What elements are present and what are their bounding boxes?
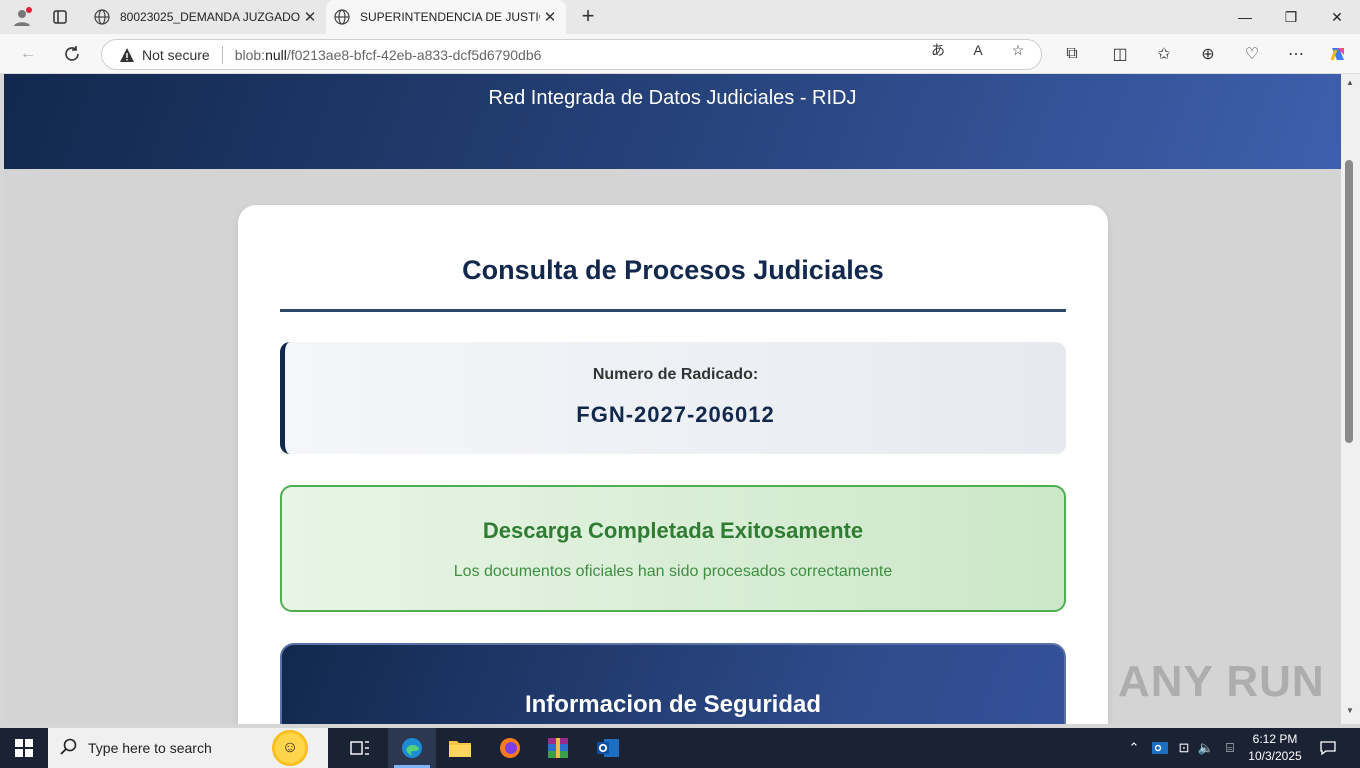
tab-title: 80023025_DEMANDA JUZGADO C: [120, 10, 300, 24]
url-text: blob:null/f0213ae8-bfcf-42eb-a833-dcf5d6…: [234, 46, 542, 63]
start-button[interactable]: [0, 728, 48, 768]
translate-icon[interactable]: あ: [928, 40, 948, 60]
network-icon[interactable]: ⌸: [1220, 728, 1240, 768]
profile-icon[interactable]: [11, 6, 33, 28]
more-menu-icon[interactable]: ⋯: [1284, 42, 1308, 66]
minimize-button[interactable]: —: [1222, 0, 1268, 34]
site-header: Red Integrada de Datos Judiciales - RIDJ: [4, 74, 1341, 169]
scroll-down-arrow[interactable]: ▼: [1345, 706, 1355, 716]
warning-icon[interactable]: [118, 46, 136, 64]
divider: [221, 45, 223, 64]
security-info-box: Informacion de Seguridad: [280, 643, 1066, 724]
clock-time: 6:12 PM: [1252, 732, 1298, 746]
winrar-icon[interactable]: [534, 728, 582, 768]
outlook-tray-icon[interactable]: [1150, 728, 1170, 768]
site-title: Red Integrada de Datos Judiciales - RIDJ: [488, 87, 857, 109]
show-hidden-icons-icon[interactable]: ⌃: [1126, 728, 1142, 768]
success-text: Los documentos oficiales han sido proces…: [453, 563, 893, 580]
globe-icon: [334, 9, 350, 25]
system-clock[interactable]: 6:12 PM 10/3/2025: [1242, 731, 1308, 765]
read-aloud-icon[interactable]: A: [968, 40, 988, 60]
scroll-up-arrow[interactable]: ▲: [1345, 78, 1355, 88]
clock-date: 10/3/2025: [1248, 749, 1302, 763]
weather-sun-icon[interactable]: ☺: [272, 730, 308, 766]
restore-button[interactable]: ❐: [1268, 0, 1314, 34]
tab-title: SUPERINTENDENCIA DE JUSTICIA: [360, 10, 540, 24]
notifications-icon[interactable]: [1316, 728, 1340, 768]
extensions-icon[interactable]: ⧉: [1060, 42, 1084, 66]
radicado-box: Numero de Radicado: FGN-2027-206012: [280, 342, 1066, 454]
close-tab-icon[interactable]: ✕: [540, 8, 560, 26]
vertical-scrollbar[interactable]: ▲ ▼: [1341, 74, 1360, 724]
radicado-label: Numero de Radicado:: [592, 366, 759, 383]
task-view-icon[interactable]: [336, 728, 384, 768]
close-window-button[interactable]: ✕: [1314, 0, 1360, 34]
outlook-icon[interactable]: [584, 728, 632, 768]
radicado-value: FGN-2027-206012: [576, 402, 775, 427]
tab-demanda[interactable]: 80023025_DEMANDA JUZGADO C ✕: [86, 0, 326, 34]
tab-actions-icon[interactable]: [49, 6, 71, 28]
back-button[interactable]: ←: [16, 42, 40, 66]
split-screen-icon[interactable]: ◫: [1108, 42, 1132, 66]
file-explorer-icon[interactable]: [436, 728, 484, 768]
consulta-card: Consulta de Procesos Judiciales Numero d…: [238, 205, 1108, 724]
meet-now-icon[interactable]: ⊡: [1174, 728, 1194, 768]
copilot-icon[interactable]: [1326, 42, 1350, 66]
address-bar[interactable]: Not secure blob:null/f0213ae8-bfcf-42eb-…: [101, 39, 1042, 70]
success-title: Descarga Completada Exitosamente: [482, 518, 864, 543]
globe-icon: [94, 9, 110, 25]
edge-taskbar-icon[interactable]: [388, 728, 436, 768]
windows-taskbar: Type here to search ☺ ⌃ ⊡ 🔈 ⌸ 6:12 PM 10…: [0, 728, 1360, 768]
volume-icon[interactable]: 🔈: [1196, 728, 1216, 768]
anyrun-watermark: ANY RUN: [1118, 657, 1325, 706]
new-tab-button[interactable]: +: [576, 5, 600, 29]
page-title: Consulta de Procesos Judiciales: [462, 255, 884, 285]
search-icon: [60, 738, 80, 759]
browser-tab-bar: 80023025_DEMANDA JUZGADO C ✕ SUPERINTEND…: [0, 0, 1360, 34]
security-label: Not secure: [142, 46, 210, 63]
windows-icon: [15, 739, 33, 757]
refresh-button[interactable]: [60, 42, 84, 66]
security-title: Informacion de Seguridad: [524, 691, 822, 718]
search-placeholder: Type here to search: [88, 740, 212, 756]
favorite-star-icon[interactable]: ☆: [1008, 40, 1028, 60]
web-page: Red Integrada de Datos Judiciales - RIDJ…: [4, 74, 1341, 724]
browser-toolbar: ← Not secure blob:null/f0213ae8-bfcf-42e…: [0, 34, 1360, 74]
taskbar-search[interactable]: Type here to search ☺: [48, 728, 328, 768]
favorites-icon[interactable]: ✩: [1152, 42, 1176, 66]
success-message: Descarga Completada Exitosamente Los doc…: [280, 485, 1066, 612]
title-divider: [280, 309, 1066, 312]
collections-icon[interactable]: ⊕: [1196, 42, 1220, 66]
tab-superintendencia[interactable]: SUPERINTENDENCIA DE JUSTICIA ✕: [326, 0, 566, 34]
close-tab-icon[interactable]: ✕: [300, 8, 320, 26]
browser-essentials-icon[interactable]: ♡: [1240, 42, 1264, 66]
firefox-icon[interactable]: [486, 728, 534, 768]
scroll-thumb[interactable]: [1345, 160, 1353, 443]
